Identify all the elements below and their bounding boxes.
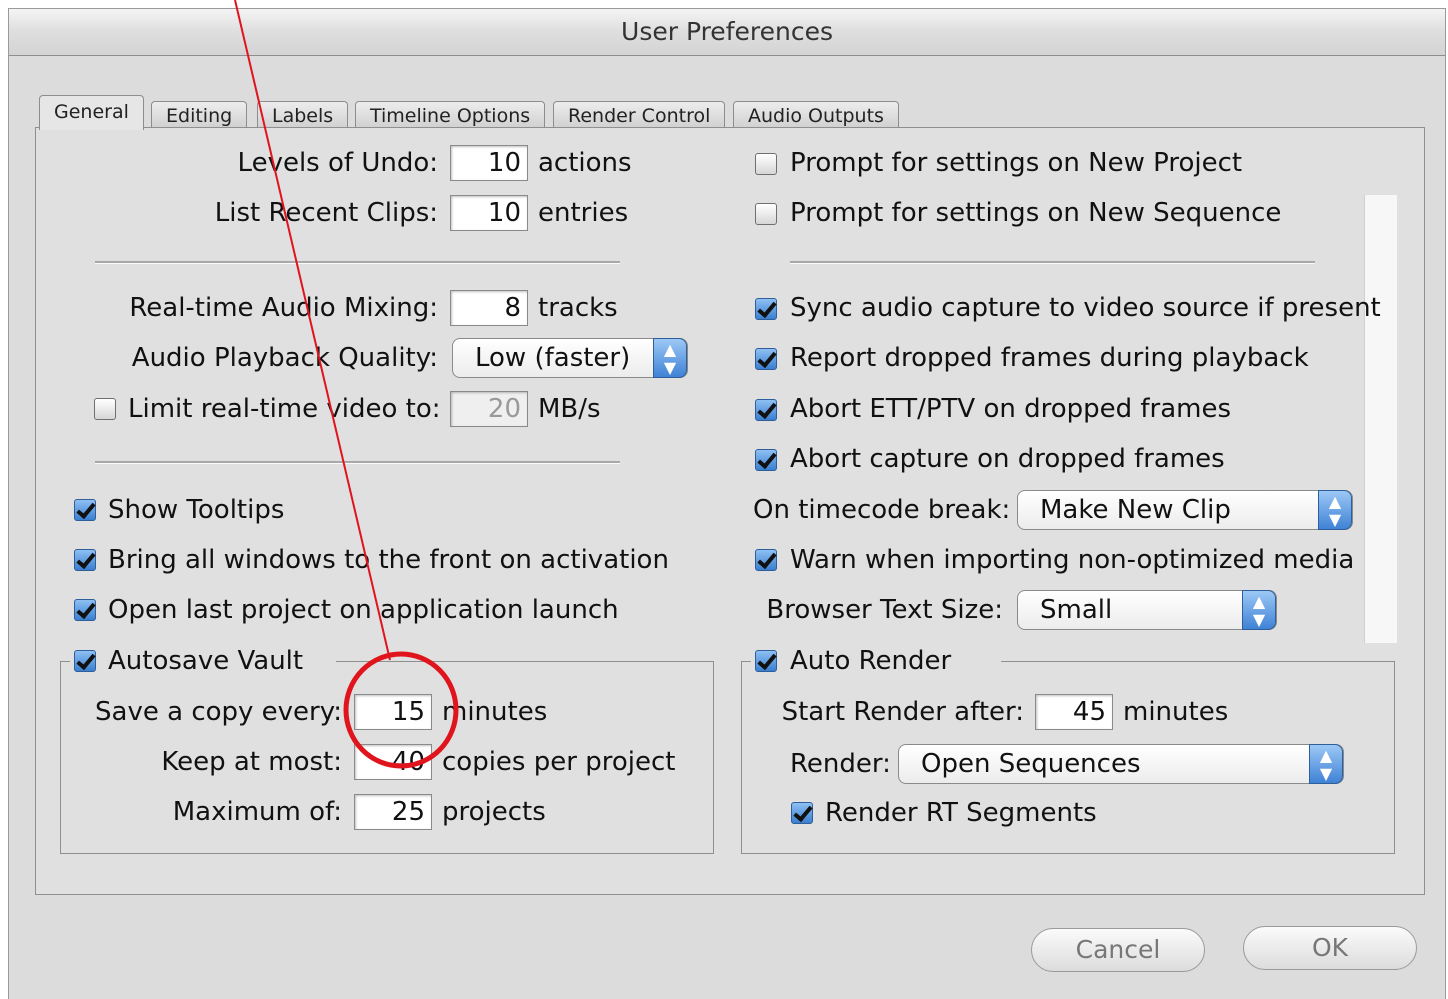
recent-clips-field[interactable]: 10	[450, 195, 528, 231]
playback-quality-select[interactable]: Low (faster) ▲ ▼	[452, 338, 688, 378]
audio-mixing-unit: tracks	[538, 293, 618, 323]
abort-capture-checkbox[interactable]	[755, 449, 777, 471]
keep-at-most-field[interactable]: 40	[354, 744, 432, 780]
chevron-updown-icon: ▲ ▼	[1318, 490, 1352, 530]
limit-video-label: Limit real-time video to:	[128, 394, 441, 424]
maximum-of-field[interactable]: 25	[354, 794, 432, 830]
abort-capture-label: Abort capture on dropped frames	[790, 444, 1225, 474]
limit-video-unit: MB/s	[538, 394, 601, 424]
chevron-updown-icon: ▲ ▼	[1242, 590, 1276, 630]
audio-mixing-field[interactable]: 8	[450, 290, 528, 326]
render-label: Render:	[790, 749, 891, 779]
levels-of-undo-unit: actions	[538, 148, 632, 178]
recent-clips-unit: entries	[538, 198, 629, 228]
show-tooltips-label: Show Tooltips	[108, 495, 285, 525]
abort-ett-label: Abort ETT/PTV on dropped frames	[790, 394, 1232, 424]
auto-render-checkbox[interactable]	[755, 650, 777, 672]
levels-of-undo-label: Levels of Undo:	[237, 148, 438, 178]
prompt-new-sequence-label: Prompt for settings on New Sequence	[790, 198, 1282, 228]
tab-editing[interactable]: Editing	[151, 101, 248, 129]
playback-quality-value: Low (faster)	[475, 343, 631, 373]
prompt-new-sequence-checkbox[interactable]	[755, 203, 777, 225]
show-tooltips-checkbox[interactable]	[74, 499, 96, 521]
chevron-updown-icon: ▲ ▼	[653, 338, 687, 378]
playback-quality-label: Audio Playback Quality:	[131, 343, 438, 373]
save-copy-unit: minutes	[442, 697, 548, 727]
prompt-new-project-checkbox[interactable]	[755, 153, 777, 175]
divider	[95, 261, 620, 264]
report-dropped-label: Report dropped frames during playback	[790, 343, 1309, 373]
report-dropped-checkbox[interactable]	[755, 348, 777, 370]
title-bar[interactable]: User Preferences	[9, 9, 1445, 56]
render-select[interactable]: Open Sequences ▲ ▼	[898, 744, 1344, 784]
maximum-of-unit: projects	[442, 797, 546, 827]
start-render-field[interactable]: 45	[1035, 694, 1113, 730]
limit-video-checkbox[interactable]	[94, 398, 116, 420]
tab-audio-outputs[interactable]: Audio Outputs	[733, 101, 899, 129]
browser-text-size-label: Browser Text Size:	[766, 595, 1003, 625]
divider	[95, 461, 620, 464]
keep-at-most-unit: copies per project	[442, 747, 676, 777]
tab-labels[interactable]: Labels	[257, 101, 349, 129]
render-rt-segments-checkbox[interactable]	[791, 802, 813, 824]
bring-windows-label: Bring all windows to the front on activa…	[108, 545, 669, 575]
window-title: User Preferences	[621, 17, 833, 46]
warn-import-checkbox[interactable]	[755, 549, 777, 571]
tab-timeline-options[interactable]: Timeline Options	[355, 101, 546, 129]
scrollbar[interactable]	[1364, 195, 1397, 643]
open-last-project-checkbox[interactable]	[74, 599, 96, 621]
tab-general[interactable]: General	[39, 95, 144, 130]
ok-button[interactable]: OK	[1243, 926, 1417, 970]
cancel-button[interactable]: Cancel	[1031, 928, 1205, 972]
recent-clips-label: List Recent Clips:	[214, 198, 438, 228]
save-copy-label: Save a copy every:	[95, 697, 342, 727]
open-last-project-label: Open last project on application launch	[108, 595, 619, 625]
browser-text-size-value: Small	[1040, 595, 1113, 625]
timecode-break-select[interactable]: Make New Clip ▲ ▼	[1017, 490, 1353, 530]
sync-audio-label: Sync audio capture to video source if pr…	[790, 293, 1381, 323]
levels-of-undo-field[interactable]: 10	[450, 145, 528, 181]
audio-mixing-label: Real-time Audio Mixing:	[129, 293, 438, 323]
timecode-break-label: On timecode break:	[753, 495, 1011, 525]
warn-import-label: Warn when importing non-optimized media	[790, 545, 1355, 575]
divider	[790, 261, 1315, 264]
start-render-label: Start Render after:	[781, 697, 1024, 727]
chevron-updown-icon: ▲ ▼	[1309, 744, 1343, 784]
autosave-vault-label: Autosave Vault	[108, 646, 304, 676]
keep-at-most-label: Keep at most:	[161, 747, 342, 777]
maximum-of-label: Maximum of:	[172, 797, 342, 827]
limit-video-field[interactable]: 20	[450, 391, 528, 427]
save-copy-field[interactable]: 15	[354, 694, 432, 730]
autosave-vault-checkbox[interactable]	[74, 650, 96, 672]
timecode-break-value: Make New Clip	[1040, 495, 1231, 525]
render-value: Open Sequences	[921, 749, 1141, 779]
auto-render-label: Auto Render	[790, 646, 952, 676]
browser-text-size-select[interactable]: Small ▲ ▼	[1017, 590, 1277, 630]
bring-windows-checkbox[interactable]	[74, 549, 96, 571]
tab-render-control[interactable]: Render Control	[553, 101, 726, 129]
prompt-new-project-label: Prompt for settings on New Project	[790, 148, 1243, 178]
sync-audio-checkbox[interactable]	[755, 298, 777, 320]
render-rt-segments-label: Render RT Segments	[825, 798, 1097, 828]
start-render-unit: minutes	[1123, 697, 1229, 727]
abort-ett-checkbox[interactable]	[755, 399, 777, 421]
